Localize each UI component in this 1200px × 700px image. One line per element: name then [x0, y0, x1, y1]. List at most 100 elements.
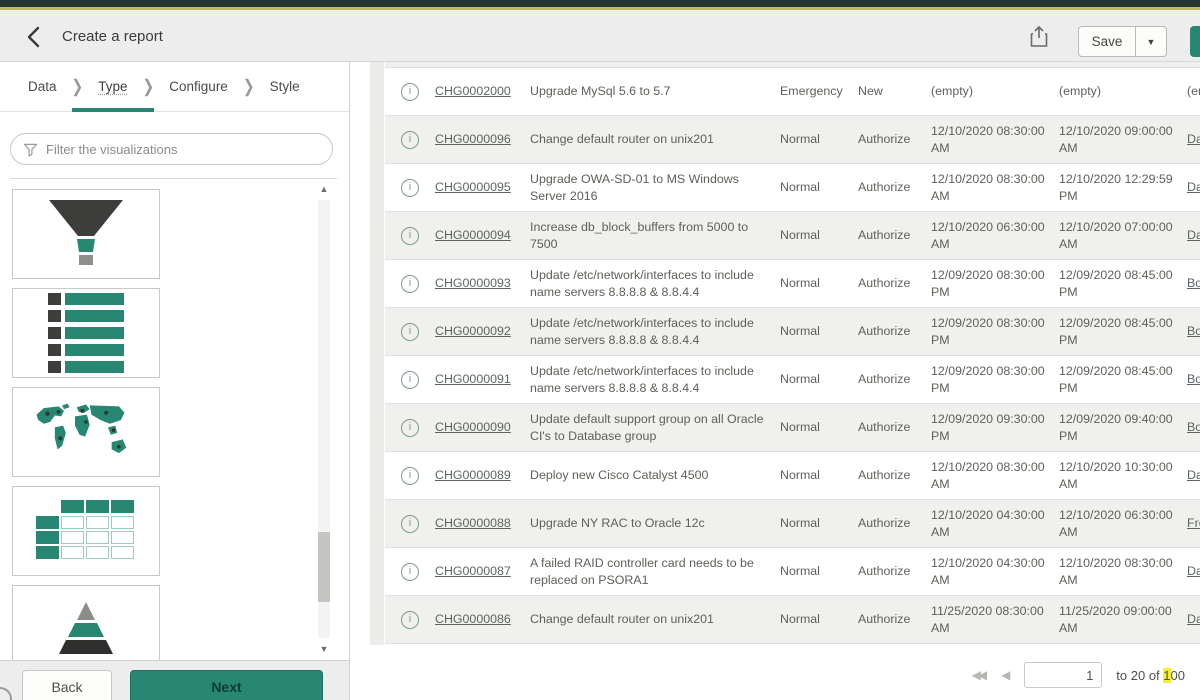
first-page-icon[interactable]: ◀◀: [972, 668, 987, 682]
info-icon[interactable]: i: [401, 467, 419, 485]
help-icon-partial[interactable]: [0, 687, 12, 700]
start-date-cell: 12/10/2020 08:30:00 AM: [931, 171, 1059, 204]
table-left-gutter[interactable]: [370, 62, 384, 645]
end-date-cell: 12/10/2020 06:30:00 AM: [1059, 507, 1187, 540]
person-link[interactable]: Dav: [1187, 180, 1200, 194]
create-report-screen: Create a report Save ▼ Data ❯ Type ❯ Con…: [0, 0, 1200, 700]
primary-action-button-clipped[interactable]: [1190, 26, 1200, 57]
browser-top-strip: [0, 0, 1200, 7]
next-button[interactable]: Next: [130, 670, 323, 700]
scroll-up-icon[interactable]: ▲: [315, 184, 333, 194]
priority-cell: Emergency: [780, 83, 858, 99]
person-link[interactable]: Dav: [1187, 468, 1200, 482]
change-number-link[interactable]: CHG0000093: [435, 276, 511, 290]
table-row[interactable]: i CHG0000096 Change default router on un…: [385, 116, 1200, 164]
table-row[interactable]: i CHG0002000 Upgrade MySql 5.6 to 5.7 Em…: [385, 68, 1200, 116]
change-number-link[interactable]: CHG0000088: [435, 516, 511, 530]
start-date-cell: (empty): [931, 83, 1059, 99]
filter-visualizations-input[interactable]: [46, 142, 332, 157]
table-row[interactable]: i CHG0000092 Update /etc/network/interfa…: [385, 308, 1200, 356]
change-number-link[interactable]: CHG0000094: [435, 228, 511, 242]
info-icon[interactable]: i: [401, 179, 419, 197]
viz-thumbnail-heatmap[interactable]: [12, 486, 160, 576]
change-number-link[interactable]: CHG0002000: [435, 84, 511, 98]
end-date-cell: 12/09/2020 08:45:00 PM: [1059, 267, 1187, 300]
chevron-right-icon: ❯: [143, 76, 155, 97]
change-number-link[interactable]: CHG0000089: [435, 468, 511, 482]
state-cell: Authorize: [858, 179, 931, 195]
save-button[interactable]: Save: [1078, 26, 1136, 57]
table-row[interactable]: i CHG0000093 Update /etc/network/interfa…: [385, 260, 1200, 308]
table-row[interactable]: i CHG0000086 Change default router on un…: [385, 596, 1200, 644]
info-icon[interactable]: i: [401, 323, 419, 341]
person-link[interactable]: Dav: [1187, 132, 1200, 146]
back-arrow-icon[interactable]: [22, 24, 48, 50]
change-number-link[interactable]: CHG0000095: [435, 180, 511, 194]
person-link[interactable]: Dav: [1187, 228, 1200, 242]
table-row[interactable]: i CHG0000089 Deploy new Cisco Catalyst 4…: [385, 452, 1200, 500]
share-icon[interactable]: [1028, 25, 1050, 49]
save-split-button: Save ▼: [1078, 26, 1167, 57]
state-cell: Authorize: [858, 131, 931, 147]
previous-page-icon[interactable]: ◀: [1001, 668, 1010, 682]
priority-cell: Normal: [780, 611, 858, 627]
scrollbar-thumb[interactable]: [318, 532, 330, 602]
scroll-down-icon[interactable]: ▼: [315, 644, 333, 654]
table-row[interactable]: i CHG0000087 A failed RAID controller ca…: [385, 548, 1200, 596]
change-number-link[interactable]: CHG0000091: [435, 372, 511, 386]
back-button[interactable]: Back: [22, 670, 112, 700]
person-link[interactable]: Bow: [1187, 372, 1200, 386]
start-date-cell: 12/09/2020 08:30:00 PM: [931, 267, 1059, 300]
start-date-cell: 12/10/2020 08:30:00 AM: [931, 459, 1059, 492]
table-row[interactable]: i CHG0000091 Update /etc/network/interfa…: [385, 356, 1200, 404]
info-icon[interactable]: i: [401, 419, 419, 437]
table-row[interactable]: i CHG0000094 Increase db_block_buffers f…: [385, 212, 1200, 260]
viz-thumbnail-funnel[interactable]: [12, 189, 160, 279]
state-cell: Authorize: [858, 563, 931, 579]
person-link[interactable]: Fre: [1187, 516, 1200, 530]
person-link[interactable]: Bow: [1187, 276, 1200, 290]
filter-visualizations-field: [10, 133, 333, 165]
viz-thumbnail-world-map[interactable]: [12, 387, 160, 477]
start-date-cell: 12/09/2020 08:30:00 PM: [931, 315, 1059, 348]
change-number-link[interactable]: CHG0000087: [435, 564, 511, 578]
change-number-link[interactable]: CHG0000092: [435, 324, 511, 338]
save-dropdown-button[interactable]: ▼: [1136, 26, 1167, 57]
panel-scrollbar[interactable]: ▲ ▼: [315, 184, 333, 654]
state-cell: Authorize: [858, 467, 931, 483]
table-row[interactable]: i CHG0000095 Upgrade OWA-SD-01 to MS Win…: [385, 164, 1200, 212]
priority-cell: Normal: [780, 467, 858, 483]
start-date-cell: 12/10/2020 08:30:00 AM: [931, 123, 1059, 156]
filter-funnel-icon: [23, 142, 38, 157]
info-icon[interactable]: i: [401, 131, 419, 149]
info-icon[interactable]: i: [401, 563, 419, 581]
state-cell: New: [858, 83, 931, 99]
chevron-right-icon: ❯: [243, 76, 255, 97]
tab-data[interactable]: Data: [28, 62, 57, 112]
world-map-icon: [31, 399, 141, 465]
person-link[interactable]: (empty): [1187, 84, 1200, 98]
page-number-input[interactable]: [1024, 662, 1102, 688]
viz-thumbnail-list[interactable]: [12, 288, 160, 378]
info-icon[interactable]: i: [401, 515, 419, 533]
info-icon[interactable]: i: [401, 83, 419, 101]
person-link[interactable]: Bow: [1187, 324, 1200, 338]
info-icon[interactable]: i: [401, 611, 419, 629]
info-icon[interactable]: i: [401, 275, 419, 293]
tab-style[interactable]: Style: [270, 62, 300, 112]
table-row[interactable]: i CHG0000088 Upgrade NY RAC to Oracle 12…: [385, 500, 1200, 548]
viz-thumbnail-pyramid[interactable]: [12, 585, 160, 660]
tab-configure[interactable]: Configure: [169, 62, 228, 112]
person-link[interactable]: Dav: [1187, 612, 1200, 626]
info-icon[interactable]: i: [401, 371, 419, 389]
tab-type[interactable]: Type: [98, 62, 127, 112]
info-icon[interactable]: i: [401, 227, 419, 245]
change-number-link[interactable]: CHG0000086: [435, 612, 511, 626]
person-link[interactable]: Bow: [1187, 420, 1200, 434]
person-link[interactable]: Dav: [1187, 564, 1200, 578]
table-row[interactable]: i CHG0000090 Update default support grou…: [385, 404, 1200, 452]
list-chart-icon: [48, 293, 124, 373]
short-description-cell: Update /etc/network/interfaces to includ…: [530, 363, 780, 396]
change-number-link[interactable]: CHG0000090: [435, 420, 511, 434]
change-number-link[interactable]: CHG0000096: [435, 132, 511, 146]
